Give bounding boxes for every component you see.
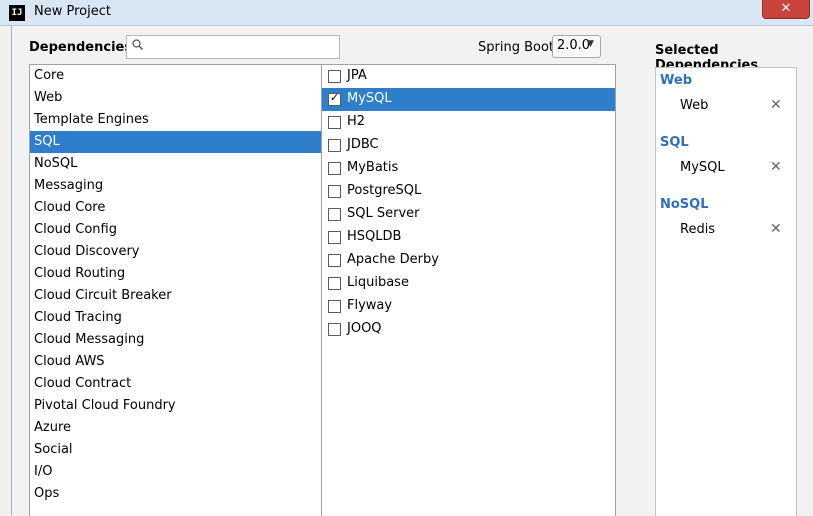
selected-dependencies-panel: Web Web ✕ SQL MySQL ✕ NoSQL Redis ✕: [655, 67, 797, 516]
category-item[interactable]: Cloud Circuit Breaker: [30, 285, 321, 307]
selected-group-title: SQL: [660, 135, 689, 150]
title-bar: IJ New Project ✕: [0, 0, 813, 26]
dependency-item[interactable]: PostgreSQL: [322, 180, 615, 203]
window-close-button[interactable]: ✕: [762, 0, 810, 19]
dependency-checkbox[interactable]: [328, 116, 341, 129]
dependencies-label: Dependencies: [29, 40, 133, 55]
category-item[interactable]: Cloud Messaging: [30, 329, 321, 351]
search-input[interactable]: [126, 35, 340, 59]
dependency-label: Flyway: [347, 298, 393, 313]
selected-dependency-item: Redis: [680, 222, 716, 237]
dependency-label: Liquibase: [347, 275, 409, 290]
app-logo-icon: IJ: [9, 5, 25, 21]
dependency-item[interactable]: Apache Derby: [322, 249, 615, 272]
category-item[interactable]: Cloud Tracing: [30, 307, 321, 329]
dependency-list[interactable]: JPA ✓ MySQL H2 JDBC MyBatis PostgreSQL SQL Serv…: [321, 64, 616, 516]
category-item[interactable]: Cloud Contract: [30, 373, 321, 395]
category-item[interactable]: Azure: [30, 417, 321, 439]
spring-boot-version-select[interactable]: 2.0.0 ▼: [552, 35, 601, 58]
dependency-item[interactable]: H2: [322, 111, 615, 134]
category-item[interactable]: I/O: [30, 461, 321, 483]
selected-dependency-item: Web: [680, 98, 709, 113]
dependency-label: JDBC: [347, 137, 379, 152]
dependency-item[interactable]: JPA: [322, 65, 615, 88]
category-item[interactable]: Ops: [30, 483, 321, 505]
dependency-checkbox[interactable]: ✓: [328, 91, 341, 106]
dependency-checkbox[interactable]: [328, 162, 341, 175]
dependency-checkbox[interactable]: [328, 277, 341, 290]
category-item[interactable]: Cloud Routing: [30, 263, 321, 285]
remove-icon[interactable]: ✕: [770, 97, 782, 113]
dependency-label: Apache Derby: [347, 252, 439, 267]
checkmark-icon: ✓: [330, 91, 340, 104]
category-item[interactable]: SQL: [30, 131, 321, 153]
selected-group-title: NoSQL: [660, 197, 709, 212]
selected-group-title: Web: [660, 73, 692, 88]
dependency-checkbox[interactable]: [328, 254, 341, 267]
dependency-checkbox[interactable]: [328, 185, 341, 198]
dependency-checkbox[interactable]: [328, 208, 341, 221]
dependency-checkbox[interactable]: [328, 300, 341, 313]
category-item[interactable]: NoSQL: [30, 153, 321, 175]
dependency-item[interactable]: ✓ MySQL: [322, 88, 615, 111]
dependency-label: JPA: [347, 68, 367, 83]
category-list[interactable]: Core Web Template Engines SQL NoSQL Messaging…: [29, 64, 322, 516]
category-item[interactable]: Template Engines: [30, 109, 321, 131]
dependency-checkbox[interactable]: [328, 70, 341, 83]
category-item[interactable]: Cloud Config: [30, 219, 321, 241]
spring-boot-label: Spring Boot: [478, 40, 555, 55]
dependency-label: HSQLDB: [347, 229, 402, 244]
dependency-label: JOOQ: [347, 321, 382, 336]
dependency-item[interactable]: JDBC: [322, 134, 615, 157]
dependency-item[interactable]: Flyway: [322, 295, 615, 318]
dependency-checkbox[interactable]: [328, 323, 341, 336]
window-title: New Project: [34, 4, 111, 19]
search-icon: [132, 39, 143, 50]
dependency-label: H2: [347, 114, 366, 129]
dependency-label: MyBatis: [347, 160, 399, 175]
dependency-item[interactable]: HSQLDB: [322, 226, 615, 249]
remove-icon[interactable]: ✕: [770, 159, 782, 175]
category-item[interactable]: Pivotal Cloud Foundry: [30, 395, 321, 417]
dependency-checkbox[interactable]: [328, 139, 341, 152]
dependency-label: MySQL: [347, 91, 392, 106]
category-item[interactable]: Cloud AWS: [30, 351, 321, 373]
dependency-label: SQL Server: [347, 206, 420, 221]
dependency-checkbox[interactable]: [328, 231, 341, 244]
dependency-item[interactable]: JOOQ: [322, 318, 615, 341]
category-item[interactable]: Cloud Core: [30, 197, 321, 219]
chevron-down-icon: ▼: [587, 39, 594, 49]
remove-icon[interactable]: ✕: [770, 221, 782, 237]
category-item[interactable]: Messaging: [30, 175, 321, 197]
dependency-item[interactable]: SQL Server: [322, 203, 615, 226]
category-item[interactable]: Cloud Discovery: [30, 241, 321, 263]
selected-dependency-item: MySQL: [680, 160, 725, 175]
spring-boot-version-value: 2.0.0: [557, 38, 591, 53]
dependency-item[interactable]: Liquibase: [322, 272, 615, 295]
category-item[interactable]: Core: [30, 65, 321, 87]
category-item[interactable]: Social: [30, 439, 321, 461]
category-item[interactable]: Web: [30, 87, 321, 109]
dependency-item[interactable]: MyBatis: [322, 157, 615, 180]
dependency-label: PostgreSQL: [347, 183, 422, 198]
